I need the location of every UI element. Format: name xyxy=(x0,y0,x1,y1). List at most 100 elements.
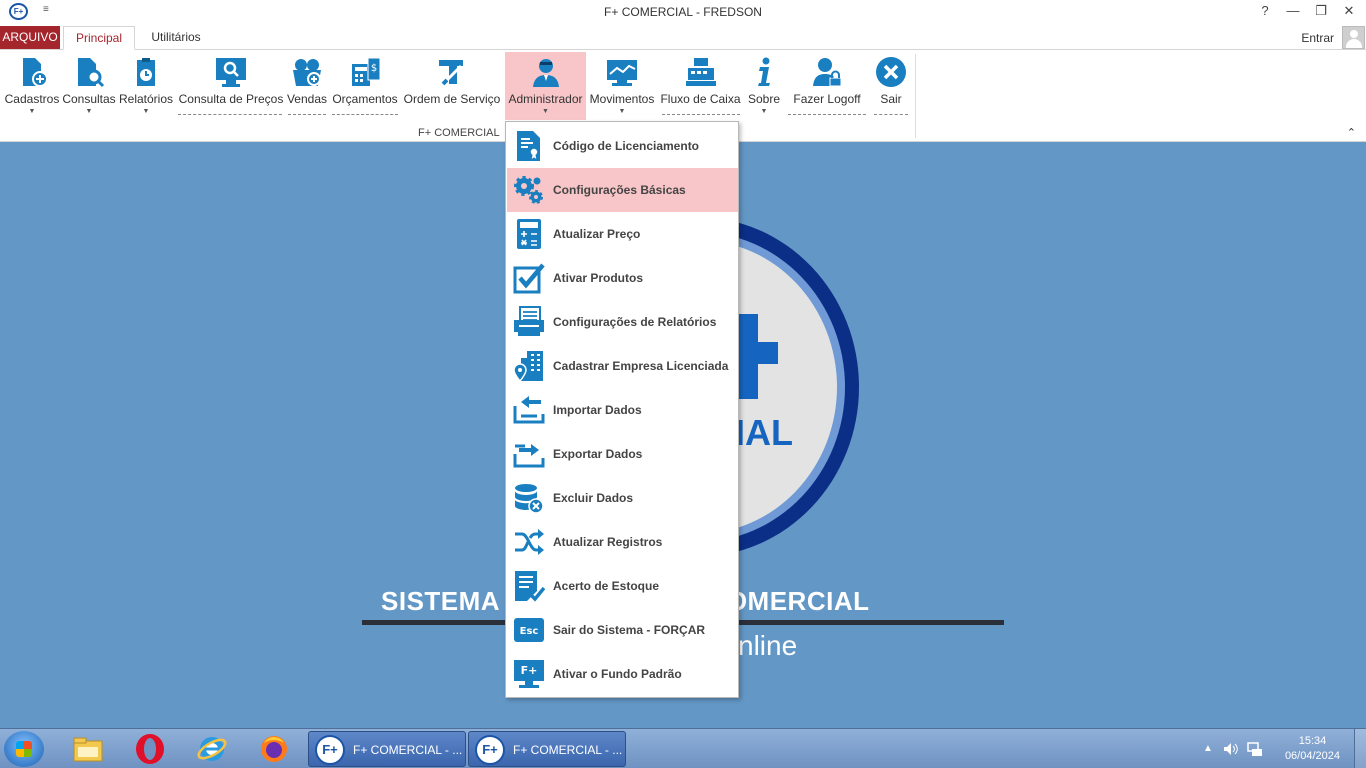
minimize-button[interactable]: — xyxy=(1283,3,1303,18)
admin-user-icon xyxy=(532,59,559,87)
menu-item-exportar-dados[interactable]: Exportar Dados xyxy=(507,432,738,476)
clock-time: 15:34 xyxy=(1298,735,1327,747)
task-label: F+ COMERCIAL - ... xyxy=(353,743,463,757)
sobre-button[interactable]: Sobre ▼ xyxy=(745,52,783,120)
ribbon-group-label: F+ COMERCIAL xyxy=(418,127,500,139)
orcamentos-button[interactable]: $ Orçamentos xyxy=(330,52,400,120)
collapse-ribbon-icon[interactable]: ⌃ xyxy=(1347,126,1356,139)
fplus-label: F+ xyxy=(521,664,538,677)
taskbar: F+ F+ COMERCIAL - ... F+ F+ COMERCIAL - … xyxy=(0,728,1366,768)
administrador-menu: Código de Licenciamento Configurações Bá… xyxy=(505,121,739,698)
file-explorer-icon[interactable] xyxy=(72,733,104,765)
export-icon xyxy=(513,444,545,468)
divider xyxy=(288,114,326,115)
menu-item-acerto-estoque[interactable]: Acerto de Estoque xyxy=(507,564,738,608)
avatar[interactable] xyxy=(1342,26,1365,49)
clock[interactable]: 15:34 06/04/2024 xyxy=(1285,734,1340,764)
tools-icon xyxy=(439,60,463,86)
menu-item-cadastrar-empresa[interactable]: Cadastrar Empresa Licenciada xyxy=(507,344,738,388)
sair-button[interactable]: Sair xyxy=(872,52,910,120)
checkbox-icon xyxy=(513,263,545,294)
license-certificate-icon xyxy=(517,131,540,162)
dropdown-arrow-icon: ▼ xyxy=(760,108,768,115)
logo-text: IAL xyxy=(735,412,793,453)
signin-link[interactable]: Entrar xyxy=(1301,31,1334,45)
taskbar-window-1[interactable]: F+ F+ COMERCIAL - ... xyxy=(308,731,466,767)
close-button[interactable]: ✕ xyxy=(1339,3,1359,19)
show-desktop-button[interactable] xyxy=(1354,729,1366,768)
task-label: F+ COMERCIAL - ... xyxy=(513,743,623,757)
menu-item-atualizar-preco[interactable]: Atualizar Preço xyxy=(507,212,738,256)
menu-item-excluir-dados[interactable]: Excluir Dados xyxy=(507,476,738,520)
relatorios-button[interactable]: Relatórios ▼ xyxy=(117,52,175,120)
restore-button[interactable]: ❐ xyxy=(1311,3,1331,19)
dropdown-arrow-icon: ▼ xyxy=(542,108,549,115)
building-location-icon xyxy=(513,351,543,382)
tab-utilitarios[interactable]: Utilitários xyxy=(142,26,210,50)
monitor-fplus-icon: F+ xyxy=(514,660,544,688)
menu-item-configuracoes-relatorios[interactable]: Configurações de Relatórios xyxy=(507,300,738,344)
help-button[interactable]: ? xyxy=(1255,3,1275,18)
clipboard-clock-icon xyxy=(137,58,155,86)
menu-item-label: Importar Dados xyxy=(553,403,642,417)
menu-item-ativar-produtos[interactable]: Ativar Produtos xyxy=(507,256,738,300)
sair-label: Sair xyxy=(880,92,902,106)
menu-item-label: Atualizar Preço xyxy=(553,227,641,241)
tab-arquivo[interactable]: ARQUIVO xyxy=(0,26,60,49)
fplus-app-icon: F+ xyxy=(315,735,345,765)
consultas-label: Consultas xyxy=(62,92,116,106)
menu-item-atualizar-registros[interactable]: Atualizar Registros xyxy=(507,520,738,564)
calculator-document-icon: $ xyxy=(352,57,381,86)
consulta-precos-button[interactable]: Consulta de Preços xyxy=(178,52,284,120)
start-button[interactable] xyxy=(4,731,44,767)
title-bar: F+ ≡ F+ COMERCIAL - FREDSON ? — ❐ ✕ xyxy=(0,0,1366,25)
menu-item-label: Código de Licenciamento xyxy=(553,139,700,153)
fazer-logoff-button[interactable]: Fazer Logoff xyxy=(790,52,864,120)
logo-plus xyxy=(738,342,778,364)
divider xyxy=(662,114,740,115)
divider xyxy=(788,114,866,115)
divider xyxy=(178,114,282,115)
shuffle-icon xyxy=(515,529,544,555)
taskbar-window-2[interactable]: F+ F+ COMERCIAL - ... xyxy=(468,731,626,767)
divider xyxy=(874,114,908,115)
administrador-label: Administrador xyxy=(508,92,583,106)
menu-item-label: Sair do Sistema - FORÇAR xyxy=(553,623,706,637)
dropdown-arrow-icon: ▼ xyxy=(142,108,150,115)
menu-item-configuracoes-basicas[interactable]: Configurações Básicas xyxy=(507,168,738,212)
vendas-button[interactable]: Vendas xyxy=(286,52,328,120)
menu-item-label: Cadastrar Empresa Licenciada xyxy=(553,359,729,373)
network-icon[interactable] xyxy=(1246,741,1264,757)
menu-item-label: Configurações Básicas xyxy=(553,183,686,197)
stock-list-icon xyxy=(515,571,545,602)
menu-item-codigo-licenciamento[interactable]: Código de Licenciamento xyxy=(507,124,738,168)
movimentos-button[interactable]: Movimentos ▼ xyxy=(587,52,657,120)
ribbon-tabs: ARQUIVO Principal Utilitários Entrar xyxy=(0,25,1366,50)
consultas-button[interactable]: Consultas ▼ xyxy=(61,52,117,120)
document-search-icon xyxy=(78,58,105,88)
svg-text:$: $ xyxy=(371,63,377,74)
internet-explorer-icon[interactable] xyxy=(196,733,228,765)
menu-item-label: Configurações de Relatórios xyxy=(553,315,717,329)
volume-icon[interactable] xyxy=(1222,741,1238,757)
close-circle-icon xyxy=(876,57,906,87)
tray-expand-icon[interactable]: ▲ xyxy=(1203,743,1213,754)
firefox-icon[interactable] xyxy=(258,733,290,765)
monitor-chart-icon xyxy=(607,60,637,86)
clock-date: 06/04/2024 xyxy=(1284,750,1340,762)
menu-item-label: Exportar Dados xyxy=(553,447,643,461)
database-delete-icon xyxy=(515,484,544,514)
fazer-logoff-label: Fazer Logoff xyxy=(793,92,861,106)
menu-item-importar-dados[interactable]: Importar Dados xyxy=(507,388,738,432)
fluxo-caixa-label: Fluxo de Caixa xyxy=(660,92,741,106)
ordem-servico-button[interactable]: Ordem de Serviço xyxy=(402,52,502,120)
menu-item-sair-forcar[interactable]: Esc Sair do Sistema - FORÇAR xyxy=(507,608,738,652)
cadastros-button[interactable]: Cadastros ▼ xyxy=(3,52,61,120)
tab-principal[interactable]: Principal xyxy=(63,26,135,50)
fluxo-caixa-button[interactable]: Fluxo de Caixa xyxy=(660,52,741,120)
administrador-button[interactable]: Administrador ▼ xyxy=(505,52,586,120)
divider xyxy=(332,114,398,115)
cash-register-icon xyxy=(685,58,716,86)
menu-item-fundo-padrao[interactable]: F+ Ativar o Fundo Padrão xyxy=(507,652,738,696)
opera-icon[interactable] xyxy=(134,733,166,765)
